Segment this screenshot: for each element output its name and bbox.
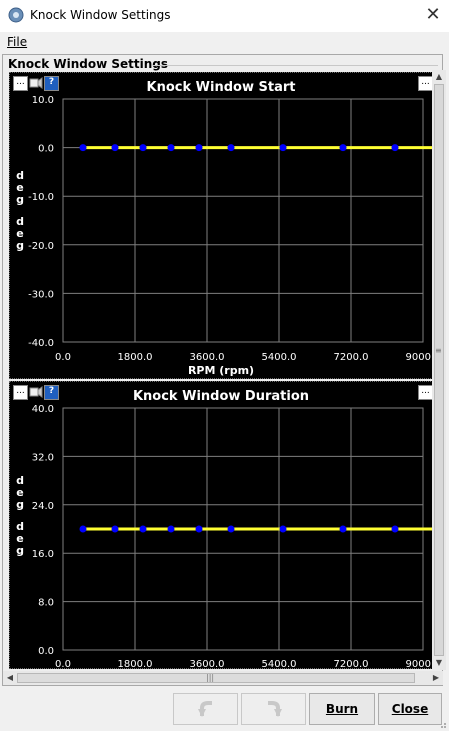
chart-plot: Knock Window Duration 40.0 32.0 24.0 16.0 8.0… (16, 389, 433, 668)
x-tick-label: 7200.0 (334, 659, 369, 668)
close-button[interactable]: Close (378, 693, 442, 725)
y-axis-label-char: g (16, 239, 24, 252)
data-point (111, 144, 119, 152)
x-tick-label: 1800.0 (118, 352, 153, 363)
data-point (167, 525, 175, 533)
y-tick-label: -10.0 (28, 192, 54, 203)
y-tick-label: 16.0 (32, 549, 54, 560)
horizontal-scrollbar[interactable]: ◀ ||| ▶ (3, 671, 443, 685)
data-point (279, 525, 287, 533)
x-tick-label: 0.0 (55, 659, 71, 668)
y-tick-label: 0.0 (38, 144, 54, 155)
x-tick-label: 3600.0 (190, 659, 225, 668)
burn-button[interactable]: Burn (309, 693, 375, 725)
chart-plot: Knock Window Start 10.0 0.0 -10.0 -20.0 -30.0… (16, 80, 433, 377)
knock-window-duration-chart[interactable]: ... ? ... Knock Window Duration 40.0 32.0 2… (9, 381, 433, 669)
close-window-icon[interactable]: ✕ (420, 2, 446, 28)
data-point (167, 144, 175, 152)
data-point (391, 144, 399, 152)
scroll-thumb[interactable] (434, 84, 444, 656)
x-tick-label: 0.0 (55, 352, 71, 363)
y-tick-label: -30.0 (28, 289, 54, 300)
chart-title: Knock Window Start (147, 80, 296, 95)
y-axis-label-char: g (16, 544, 24, 557)
redo-icon (267, 701, 282, 717)
y-tick-label: 0.0 (38, 646, 54, 657)
scroll-thumb[interactable] (17, 673, 415, 683)
x-tick-label: 9000.0 (406, 659, 433, 668)
panel-title: Knock Window Settings (8, 57, 168, 71)
resize-grip-icon[interactable] (439, 721, 447, 729)
vertical-scrollbar[interactable]: ▲ ≡ ▼ (432, 70, 446, 670)
y-tick-label: 32.0 (32, 452, 54, 463)
data-point (227, 525, 235, 533)
y-tick-label: 40.0 (32, 404, 54, 415)
x-axis-label: RPM (rpm) (188, 364, 254, 377)
data-point (339, 144, 347, 152)
y-tick-label: -40.0 (28, 338, 54, 349)
window-title: Knock Window Settings (30, 8, 171, 22)
y-axis-label-char: g (16, 193, 24, 206)
title-bar: Knock Window Settings ✕ (0, 0, 449, 33)
data-point (195, 144, 203, 152)
y-tick-label: 8.0 (38, 598, 54, 609)
x-tick-label: 3600.0 (190, 352, 225, 363)
menu-file[interactable]: File (7, 35, 27, 49)
data-point (79, 525, 87, 533)
data-point (391, 525, 399, 533)
chart-title: Knock Window Duration (133, 389, 309, 404)
scroll-left-icon[interactable]: ◀ (3, 671, 17, 685)
x-tick-label: 7200.0 (334, 352, 369, 363)
data-point (227, 144, 235, 152)
data-point (111, 525, 119, 533)
x-tick-label: 1800.0 (118, 659, 153, 668)
button-bar: Burn Close (0, 688, 449, 731)
y-tick-label: 24.0 (32, 501, 54, 512)
plot-border (62, 98, 424, 343)
thumb-grip-icon: ≡ (435, 346, 442, 355)
undo-icon (197, 701, 212, 717)
y-tick-label: 10.0 (32, 95, 54, 106)
data-point (139, 144, 147, 152)
scroll-right-icon[interactable]: ▶ (429, 671, 443, 685)
y-axis-label-char: g (16, 498, 24, 511)
x-tick-label: 5400.0 (262, 352, 297, 363)
data-point (279, 144, 287, 152)
y-tick-label: -20.0 (28, 241, 54, 252)
data-point (139, 525, 147, 533)
knock-window-start-chart[interactable]: ... ? ... Knock Window Start 10.0 0.0 -10.0… (9, 72, 433, 379)
data-point (195, 525, 203, 533)
data-point (339, 525, 347, 533)
data-point (79, 144, 87, 152)
menu-bar: File (0, 32, 449, 52)
x-tick-label: 9000.0 (406, 352, 433, 363)
panel-divider (153, 65, 438, 66)
app-icon (8, 7, 24, 23)
scroll-up-icon[interactable]: ▲ (432, 70, 446, 84)
scroll-down-icon[interactable]: ▼ (432, 656, 446, 670)
undo-button[interactable] (173, 693, 238, 725)
x-tick-label: 5400.0 (262, 659, 297, 668)
redo-button[interactable] (241, 693, 306, 725)
thumb-grip-icon: ||| (206, 673, 215, 682)
